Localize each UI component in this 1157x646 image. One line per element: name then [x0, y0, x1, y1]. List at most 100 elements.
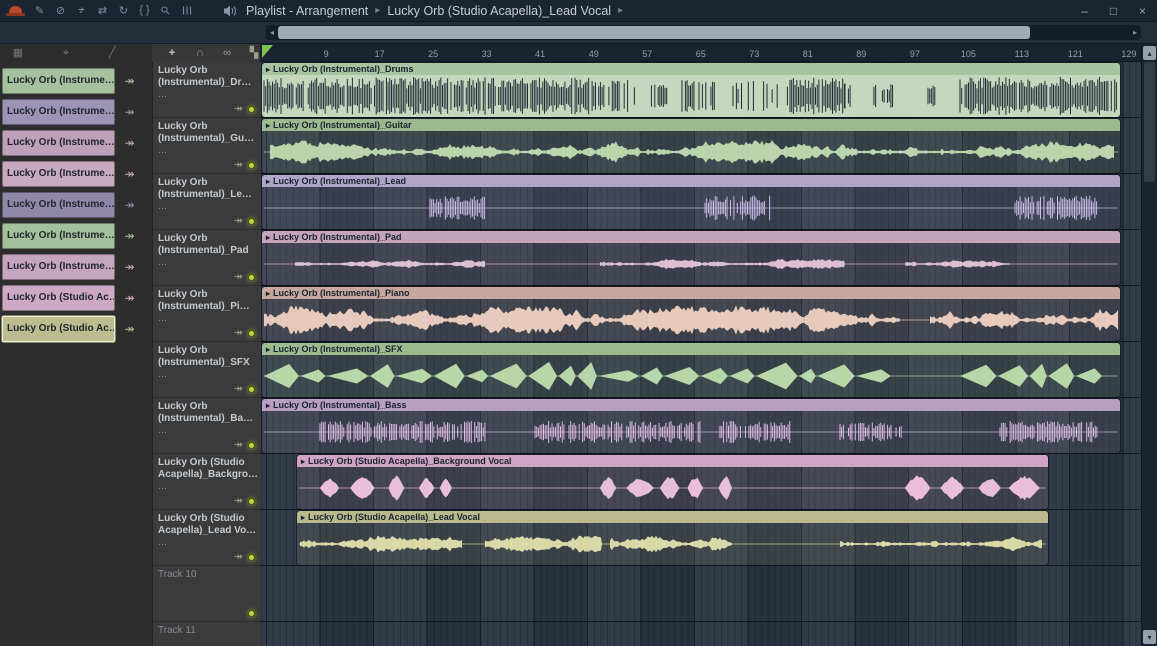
clip-menu-icon[interactable]: ▸ — [266, 289, 270, 298]
track-header[interactable]: Lucky Orb (Instrumental)_Pad… ↠ — [153, 230, 260, 286]
clip-menu-icon[interactable]: ▸ — [266, 401, 270, 410]
track-route-icon[interactable]: ↠ — [234, 158, 243, 171]
clip-body[interactable] — [262, 411, 1120, 453]
audio-clip[interactable]: ▸ Lucky Orb (Instrumental)_Piano — [262, 287, 1120, 341]
link-icon[interactable]: ∞ — [219, 46, 235, 60]
track-header[interactable]: Track 10 — [153, 566, 260, 622]
track-mute-led[interactable] — [248, 610, 255, 617]
track-route-icon[interactable]: ↠ — [234, 326, 243, 339]
clip-menu-icon[interactable]: ▸ — [266, 121, 270, 130]
palette-item[interactable]: Lucky Orb (Instrume… — [2, 161, 115, 187]
playlist-grid[interactable]: ▸ Lucky Orb (Instrumental)_Drums ▸ Lucky Or… — [260, 62, 1141, 646]
braces-icon[interactable]: { } — [134, 4, 155, 17]
track-header[interactable]: Lucky Orb (Instrumental)_Pi…… ↠ — [153, 286, 260, 342]
audio-clip[interactable]: ▸ Lucky Orb (Instrumental)_Drums — [262, 63, 1120, 117]
clip-body[interactable] — [262, 299, 1120, 341]
clip-body[interactable] — [297, 467, 1048, 509]
track-mute-led[interactable] — [248, 162, 255, 169]
track-route-icon[interactable]: ↠ — [234, 550, 243, 563]
magnet-icon[interactable]: ∩ — [192, 46, 208, 60]
clip-header[interactable]: ▸ Lucky Orb (Instrumental)_Guitar — [262, 119, 1120, 131]
target-icon[interactable]: ⌖ — [58, 46, 74, 60]
horizontal-scrollbar-thumb[interactable] — [278, 26, 1030, 39]
track-mute-led[interactable] — [248, 442, 255, 449]
audio-clip[interactable]: ▸ Lucky Orb (Studio Acapella)_Background … — [297, 455, 1048, 509]
clip-menu-icon[interactable]: ▸ — [301, 457, 305, 466]
pattern-drag-icon[interactable]: ↠ — [121, 130, 138, 156]
pattern-drag-icon[interactable]: ↠ — [121, 316, 138, 342]
track-route-icon[interactable]: ↠ — [234, 382, 243, 395]
vertical-scrollbar[interactable]: ▴ ▾ — [1141, 44, 1157, 646]
draw-tool-icon[interactable]: ✎ — [29, 4, 50, 17]
palette-item[interactable]: Lucky Orb (Studio Ac… — [2, 285, 115, 311]
palette-item[interactable]: Lucky Orb (Instrume… — [2, 223, 115, 249]
clip-menu-icon[interactable]: ▸ — [301, 513, 305, 522]
vertical-scrollbar-thumb[interactable] — [1144, 62, 1155, 182]
audio-clip[interactable]: ▸ Lucky Orb (Instrumental)_Pad — [262, 231, 1120, 285]
pattern-drag-icon[interactable]: ↠ — [121, 285, 138, 311]
scroll-right-icon[interactable]: ▸ — [1129, 25, 1141, 40]
palette-item[interactable]: Lucky Orb (Instrume… — [2, 254, 115, 280]
zoom-icon[interactable]: ⚲ — [153, 0, 177, 23]
mute-icon[interactable]: ♪ — [71, 4, 92, 17]
clip-header[interactable]: ▸ Lucky Orb (Instrumental)_SFX — [262, 343, 1120, 355]
audio-clip[interactable]: ▸ Lucky Orb (Instrumental)_Lead — [262, 175, 1120, 229]
audio-clip[interactable]: ▸ Lucky Orb (Instrumental)_Guitar — [262, 119, 1120, 173]
meter-icon[interactable]: ☰ — [180, 0, 193, 21]
track-header[interactable]: Lucky Orb (Studio Acapella)_Lead Vo…… ↠ — [153, 510, 260, 566]
palette-item[interactable]: Lucky Orb (Studio Ac… — [2, 316, 115, 342]
track-header[interactable]: Lucky Orb (Instrumental)_Le…… ↠ — [153, 174, 260, 230]
playhead-marker[interactable] — [262, 45, 273, 58]
track-header[interactable]: Lucky Orb (Instrumental)_Dr…… ↠ — [153, 62, 260, 118]
track-route-icon[interactable]: ↠ — [234, 494, 243, 507]
pattern-drag-icon[interactable]: ↠ — [121, 99, 138, 125]
add-track-button[interactable]: + — [164, 46, 180, 60]
close-button[interactable]: × — [1128, 0, 1157, 21]
fl-logo-icon[interactable] — [6, 6, 25, 16]
track-header[interactable]: Lucky Orb (Instrumental)_SFX… ↠ — [153, 342, 260, 398]
pattern-drag-icon[interactable]: ↠ — [121, 223, 138, 249]
palette-item[interactable]: Lucky Orb (Instrume… — [2, 68, 115, 94]
track-header[interactable]: Lucky Orb (Instrumental)_Ba…… ↠ — [153, 398, 260, 454]
clip-header[interactable]: ▸ Lucky Orb (Instrumental)_Lead — [262, 175, 1120, 187]
clip-header[interactable]: ▸ Lucky Orb (Instrumental)_Bass — [262, 399, 1120, 411]
pattern-drag-icon[interactable]: ↠ — [121, 68, 138, 94]
track-mute-led[interactable] — [248, 330, 255, 337]
track-route-icon[interactable]: ↠ — [234, 214, 243, 227]
track-mute-led[interactable] — [248, 106, 255, 113]
clip-menu-icon[interactable]: ▸ — [266, 233, 270, 242]
refresh-icon[interactable]: ↻ — [113, 4, 134, 17]
clip-header[interactable]: ▸ Lucky Orb (Instrumental)_Piano — [262, 287, 1120, 299]
scroll-up-icon[interactable]: ▴ — [1143, 46, 1156, 60]
palette-item[interactable]: Lucky Orb (Instrume… — [2, 99, 115, 125]
slide-icon[interactable]: ╱ — [104, 46, 120, 60]
track-mute-led[interactable] — [248, 386, 255, 393]
palette-item[interactable]: Lucky Orb (Instrume… — [2, 130, 115, 156]
audio-clip[interactable]: ▸ Lucky Orb (Instrumental)_SFX — [262, 343, 1120, 397]
maximize-button[interactable]: □ — [1099, 0, 1128, 21]
track-mute-led[interactable] — [248, 554, 255, 561]
view-grid-icon[interactable]: ▦ — [10, 46, 26, 60]
clip-header[interactable]: ▸ Lucky Orb (Studio Acapella)_Lead Vocal — [297, 511, 1048, 523]
swap-arrows-icon[interactable]: ⇄ — [92, 4, 113, 17]
horizontal-scrollbar[interactable]: ◂ ▸ — [266, 25, 1141, 40]
scroll-down-icon[interactable]: ▾ — [1143, 630, 1156, 644]
audio-clip[interactable]: ▸ Lucky Orb (Studio Acapella)_Lead Vocal — [297, 511, 1048, 565]
track-route-icon[interactable]: ↠ — [234, 102, 243, 115]
clip-menu-icon[interactable]: ▸ — [266, 65, 270, 74]
clip-body[interactable] — [262, 355, 1120, 397]
track-header[interactable]: Lucky Orb (Instrumental)_Gu…… ↠ — [153, 118, 260, 174]
titlebar[interactable]: ✎ ⊘ ♪ ⇄ ↻{ } ⚲ ☰ Playlist - Arrangement ▸ Luck… — [0, 0, 1157, 22]
palette-item[interactable]: Lucky Orb (Instrume… — [2, 192, 115, 218]
track-route-icon[interactable]: ↠ — [234, 270, 243, 283]
clip-menu-icon[interactable]: ▸ — [266, 177, 270, 186]
clip-body[interactable] — [262, 243, 1120, 285]
clip-header[interactable]: ▸ Lucky Orb (Instrumental)_Drums — [262, 63, 1120, 75]
clip-body[interactable] — [297, 523, 1048, 565]
slash-circle-icon[interactable]: ⊘ — [50, 4, 71, 17]
audio-speaker-icon[interactable] — [223, 5, 237, 17]
track-mute-led[interactable] — [248, 218, 255, 225]
timeline-ruler[interactable]: 9 17 25 33 41 49 57 65 73 81 89 97 105 113 121 129 — [260, 44, 1141, 62]
pattern-drag-icon[interactable]: ↠ — [121, 161, 138, 187]
clip-body[interactable] — [262, 75, 1120, 117]
